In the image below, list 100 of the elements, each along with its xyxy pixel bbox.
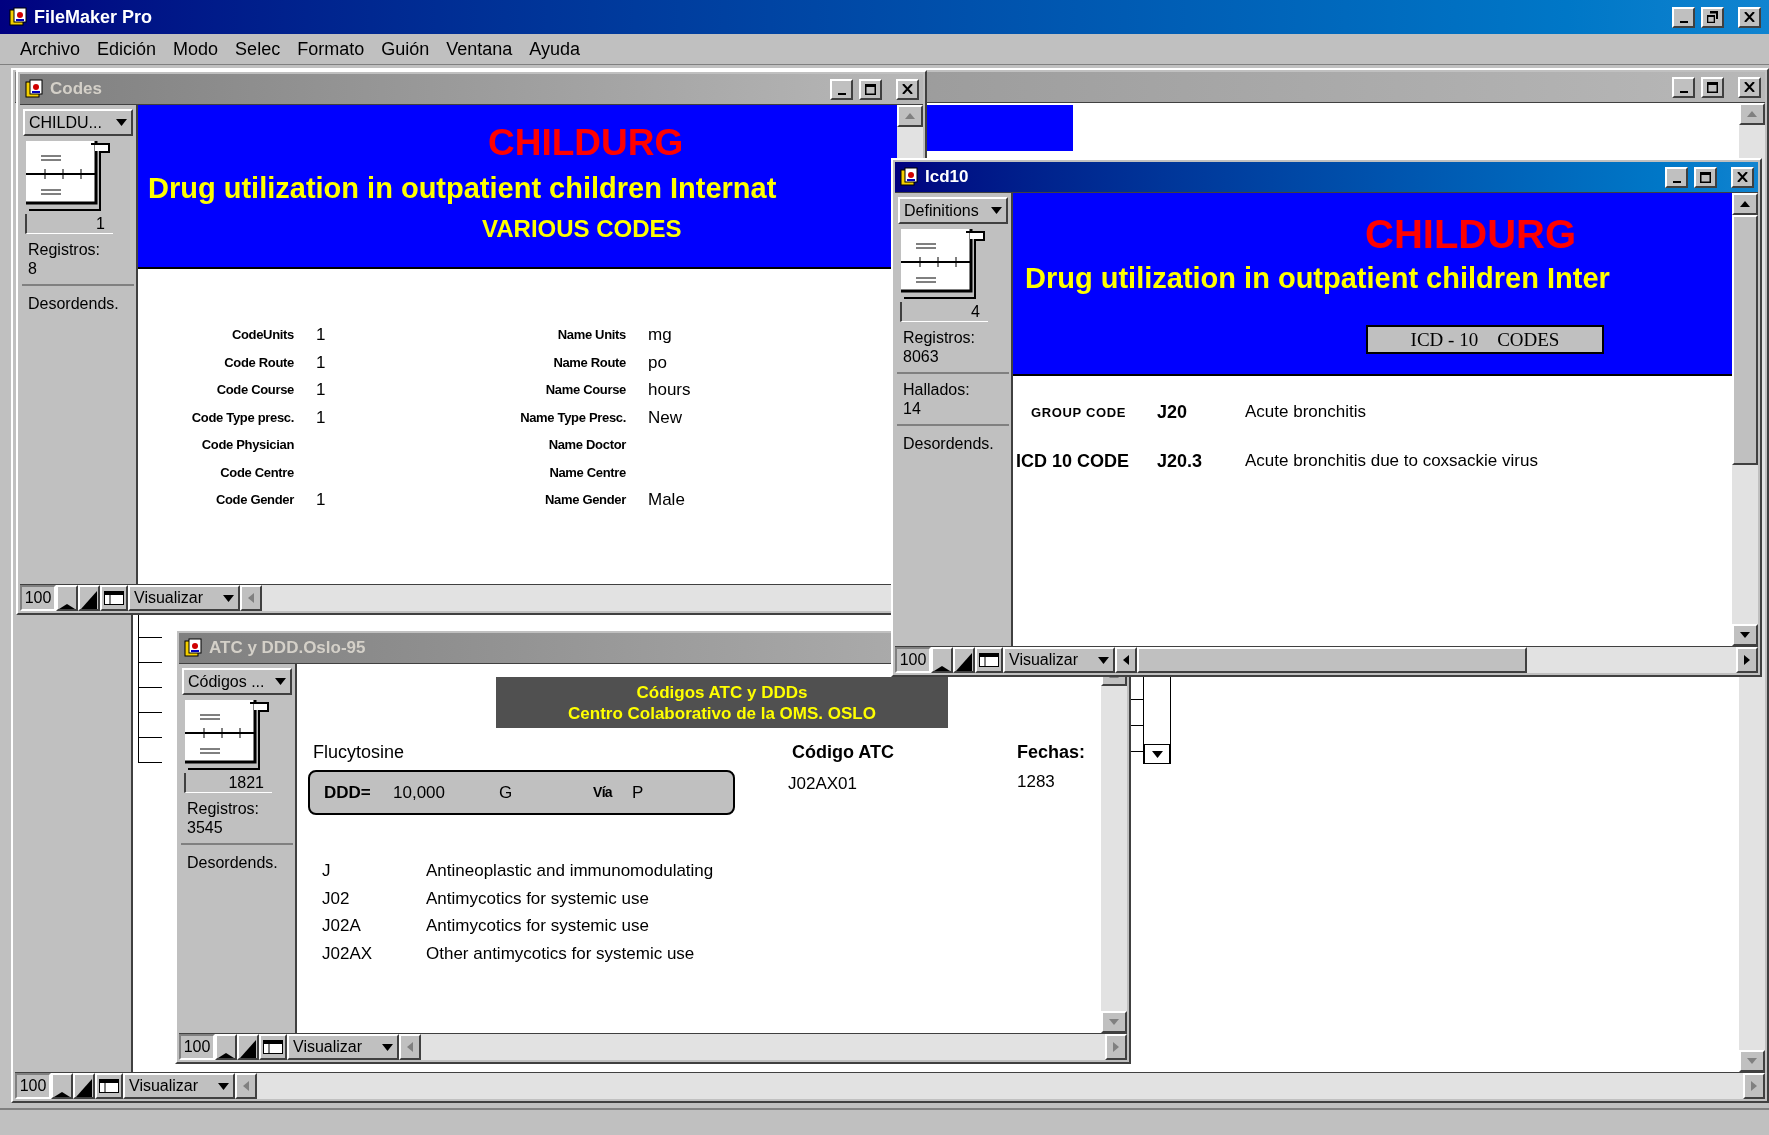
- maximize-icon: [865, 83, 876, 95]
- minimize-button[interactable]: [1672, 76, 1695, 98]
- scroll-left-button[interactable]: [1115, 647, 1137, 673]
- app-title: CHILDURG: [1365, 213, 1577, 255]
- menu-item[interactable]: Archivo: [12, 37, 89, 61]
- right-arrow-icon: [1113, 1042, 1119, 1052]
- subtitle: Drug utilization in outpatient children Inter: [1025, 261, 1610, 295]
- menu-item[interactable]: Formato: [289, 37, 373, 61]
- restore-button[interactable]: [1701, 6, 1724, 28]
- menu-item[interactable]: Modo: [165, 37, 227, 61]
- minimize-button[interactable]: [1672, 6, 1695, 28]
- scroll-down-button[interactable]: [1739, 1050, 1765, 1072]
- scroll-up-button[interactable]: [897, 105, 923, 127]
- zoom-out-button[interactable]: [56, 585, 78, 611]
- status-area-toggle[interactable]: [259, 1034, 287, 1060]
- field-value: Acute bronchitis: [1245, 401, 1366, 424]
- status-area-toggle[interactable]: [95, 1073, 123, 1099]
- close-button[interactable]: [1738, 76, 1761, 98]
- scroll-thumb[interactable]: [1137, 647, 1527, 673]
- field-value: 1: [316, 407, 326, 427]
- close-button[interactable]: [1731, 166, 1754, 188]
- mode-menu[interactable]: Visualizar: [128, 585, 240, 611]
- field-value: 1: [316, 380, 326, 399]
- maximize-button[interactable]: [1701, 76, 1724, 98]
- close-icon: [1744, 12, 1755, 22]
- field-value: mg: [648, 325, 672, 344]
- left-arrow-icon: [248, 593, 254, 603]
- banner-line: Códigos ATC y DDDs: [636, 681, 808, 703]
- book-icon[interactable]: [900, 228, 988, 302]
- minimize-icon: [1679, 90, 1688, 93]
- scroll-up-button[interactable]: [1732, 193, 1758, 215]
- zoom-in-button[interactable]: [73, 1073, 95, 1099]
- zoom-level[interactable]: 100: [895, 647, 931, 673]
- menu-item[interactable]: Guión: [373, 37, 438, 61]
- book-icon[interactable]: [184, 699, 272, 773]
- close-icon: [1744, 82, 1755, 92]
- menu-item[interactable]: Ayuda: [521, 37, 588, 61]
- close-button[interactable]: [1738, 6, 1761, 28]
- layout-menu[interactable]: Definitions: [898, 197, 1008, 224]
- mountain-icon: [76, 1079, 92, 1097]
- menu-item[interactable]: Ventana: [438, 37, 521, 61]
- mode-menu[interactable]: Visualizar: [287, 1034, 399, 1060]
- status-area-toggle[interactable]: [100, 585, 128, 611]
- minimize-button[interactable]: [830, 78, 853, 100]
- atc-description: Other antimycotics for systemic use: [426, 942, 695, 965]
- scroll-left-button[interactable]: [235, 1073, 257, 1099]
- status-label: Hallados:: [903, 380, 971, 399]
- field-value: 1283: [1017, 771, 1056, 793]
- scroll-right-button[interactable]: [1105, 1034, 1127, 1060]
- left-arrow-icon: [407, 1042, 413, 1052]
- scroll-right-button[interactable]: [1743, 1073, 1765, 1099]
- caret-icon: [1151, 750, 1163, 758]
- close-button[interactable]: [896, 78, 919, 100]
- menu-item[interactable]: Edición: [89, 37, 165, 61]
- record-number: 1821: [228, 773, 264, 792]
- field-value: Male: [648, 490, 685, 509]
- atc-description: Antimycotics for systemic use: [426, 915, 649, 937]
- mode-menu[interactable]: Visualizar: [1003, 647, 1115, 673]
- field-value: New: [648, 407, 682, 427]
- zoom-out-button[interactable]: [51, 1073, 73, 1099]
- zoom-out-button[interactable]: [931, 647, 953, 673]
- window-title: Codes: [50, 78, 102, 101]
- scroll-thumb[interactable]: [1732, 215, 1758, 465]
- caret-icon: [218, 1082, 229, 1090]
- zoom-out-button[interactable]: [215, 1034, 237, 1060]
- maximize-button[interactable]: [859, 78, 882, 100]
- zoom-in-button[interactable]: [78, 585, 100, 611]
- left-arrow-icon: [243, 1081, 249, 1091]
- field-value: J02AX01: [788, 773, 858, 795]
- field-value: hours: [648, 380, 691, 399]
- maximize-button[interactable]: [1694, 166, 1717, 188]
- field-label: Name Type Presc.: [520, 408, 626, 427]
- scroll-right-button[interactable]: [1736, 647, 1758, 673]
- field-value: po: [648, 352, 667, 372]
- down-arrow-icon: [1109, 1019, 1119, 1025]
- scroll-left-button[interactable]: [240, 585, 262, 611]
- mode-menu[interactable]: Visualizar: [123, 1073, 235, 1099]
- layout-menu[interactable]: CHILDU...: [23, 109, 133, 136]
- field-label: CodeUnits: [231, 326, 294, 344]
- zoom-in-button[interactable]: [953, 647, 975, 673]
- status-area-toggle[interactable]: [975, 647, 1003, 673]
- minimize-icon: [1679, 20, 1688, 23]
- field-value: J20: [1157, 401, 1188, 422]
- minimize-button[interactable]: [1665, 166, 1688, 188]
- zoom-in-button[interactable]: [237, 1034, 259, 1060]
- scroll-down-button[interactable]: [1101, 1011, 1127, 1033]
- down-arrow-icon: [1740, 632, 1750, 638]
- sort-status: Desordends.: [186, 853, 279, 872]
- zoom-level[interactable]: 100: [179, 1034, 215, 1060]
- field-label: Name Units: [557, 326, 626, 344]
- book-icon[interactable]: [25, 140, 113, 214]
- zoom-level[interactable]: 100: [15, 1073, 51, 1099]
- scroll-down-button[interactable]: [1732, 624, 1758, 646]
- via-value: P: [632, 781, 644, 804]
- scroll-left-button[interactable]: [399, 1034, 421, 1060]
- zoom-level[interactable]: 100: [20, 585, 56, 611]
- scroll-up-button[interactable]: [1739, 103, 1765, 125]
- menu-item[interactable]: Selec: [227, 37, 289, 61]
- layout-menu[interactable]: Códigos ...: [182, 668, 292, 695]
- atc-code: J02AX: [322, 942, 374, 965]
